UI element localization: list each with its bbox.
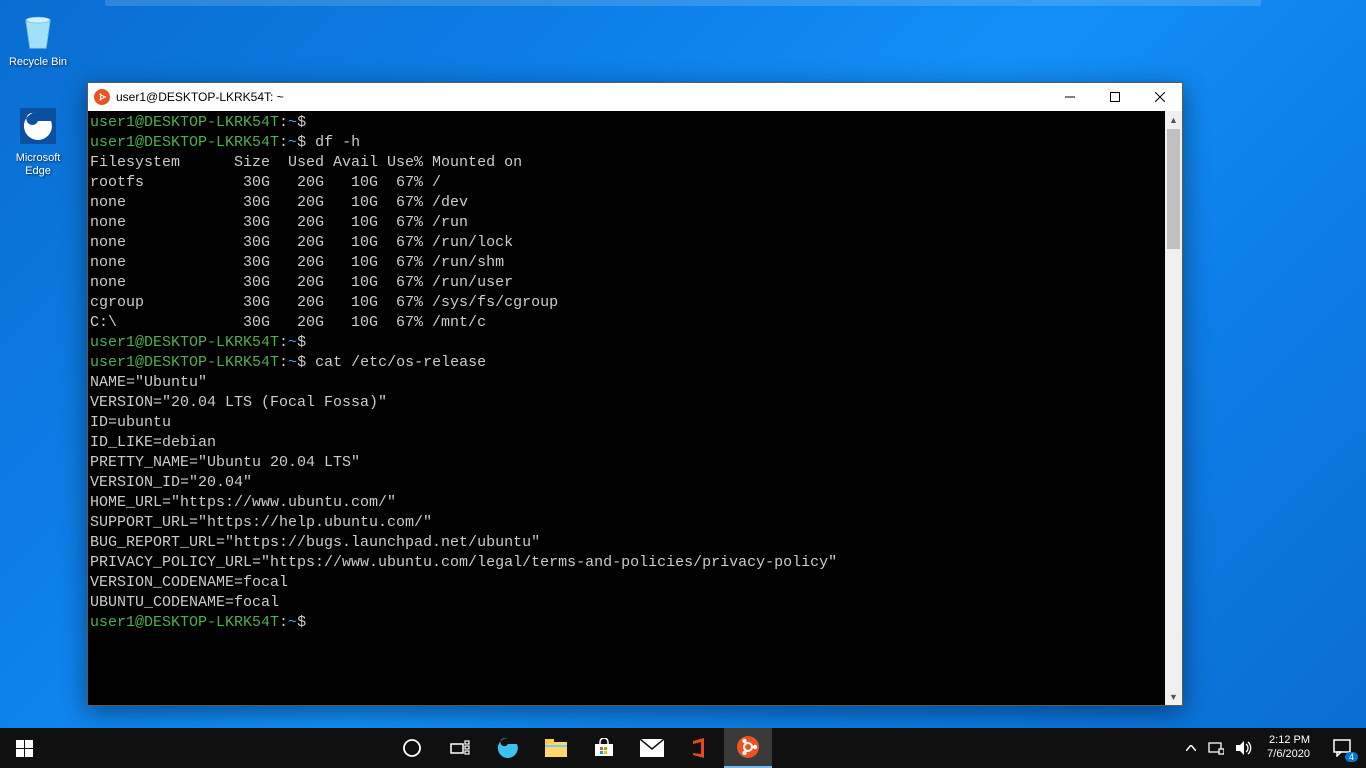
terminal-output[interactable]: user1@DESKTOP-LKRK54T:~$ user1@DESKTOP-L… [88, 111, 1165, 705]
edge-icon [16, 104, 60, 148]
tray-chevron-up-icon[interactable] [1180, 728, 1202, 768]
taskbar: 2:12 PM 7/6/2020 4 [0, 728, 1366, 768]
taskbar-store-icon[interactable] [580, 728, 628, 768]
recycle-bin-icon-desktop[interactable]: Recycle Bin [2, 8, 74, 69]
taskbar-ubuntu-icon[interactable] [724, 728, 772, 768]
top-highlight [105, 0, 1261, 6]
edge-label: Microsoft Edge [2, 152, 74, 177]
window-title: user1@DESKTOP-LKRK54T: ~ [116, 90, 1047, 104]
start-button[interactable] [0, 728, 48, 768]
scrollbar[interactable]: ▲ ▼ [1165, 111, 1182, 705]
taskbar-edge-icon[interactable] [484, 728, 532, 768]
taskbar-mail-icon[interactable] [628, 728, 676, 768]
scroll-arrow-up-icon[interactable]: ▲ [1165, 111, 1182, 128]
desktop[interactable]: Recycle Bin Microsoft Edge user1@DESKTOP… [0, 0, 1366, 728]
scrollbar-thumb[interactable] [1167, 129, 1180, 249]
scroll-arrow-down-icon[interactable]: ▼ [1165, 688, 1182, 705]
close-button[interactable] [1137, 83, 1182, 111]
recycle-bin-icon [16, 8, 60, 52]
clock-time: 2:12 PM [1267, 734, 1310, 748]
taskbar-office-icon[interactable] [676, 728, 724, 768]
minimize-button[interactable] [1047, 83, 1092, 111]
maximize-button[interactable] [1092, 83, 1137, 111]
titlebar[interactable]: user1@DESKTOP-LKRK54T: ~ [88, 83, 1182, 111]
microsoft-edge-icon-desktop[interactable]: Microsoft Edge [2, 104, 74, 177]
system-tray [1180, 728, 1259, 768]
notification-badge: 4 [1345, 752, 1358, 762]
taskbar-clock[interactable]: 2:12 PM 7/6/2020 [1259, 728, 1318, 768]
taskbar-file-explorer-icon[interactable] [532, 728, 580, 768]
terminal-window: user1@DESKTOP-LKRK54T: ~ user1@DESKTOP-L… [87, 82, 1183, 706]
tray-network-icon[interactable] [1202, 728, 1230, 768]
task-view-icon[interactable] [436, 728, 484, 768]
action-center-icon[interactable]: 4 [1318, 728, 1366, 768]
recycle-bin-label: Recycle Bin [2, 56, 74, 69]
tray-volume-icon[interactable] [1230, 728, 1259, 768]
ubuntu-icon [94, 89, 110, 105]
cortana-search-icon[interactable] [388, 728, 436, 768]
clock-date: 7/6/2020 [1267, 748, 1310, 762]
